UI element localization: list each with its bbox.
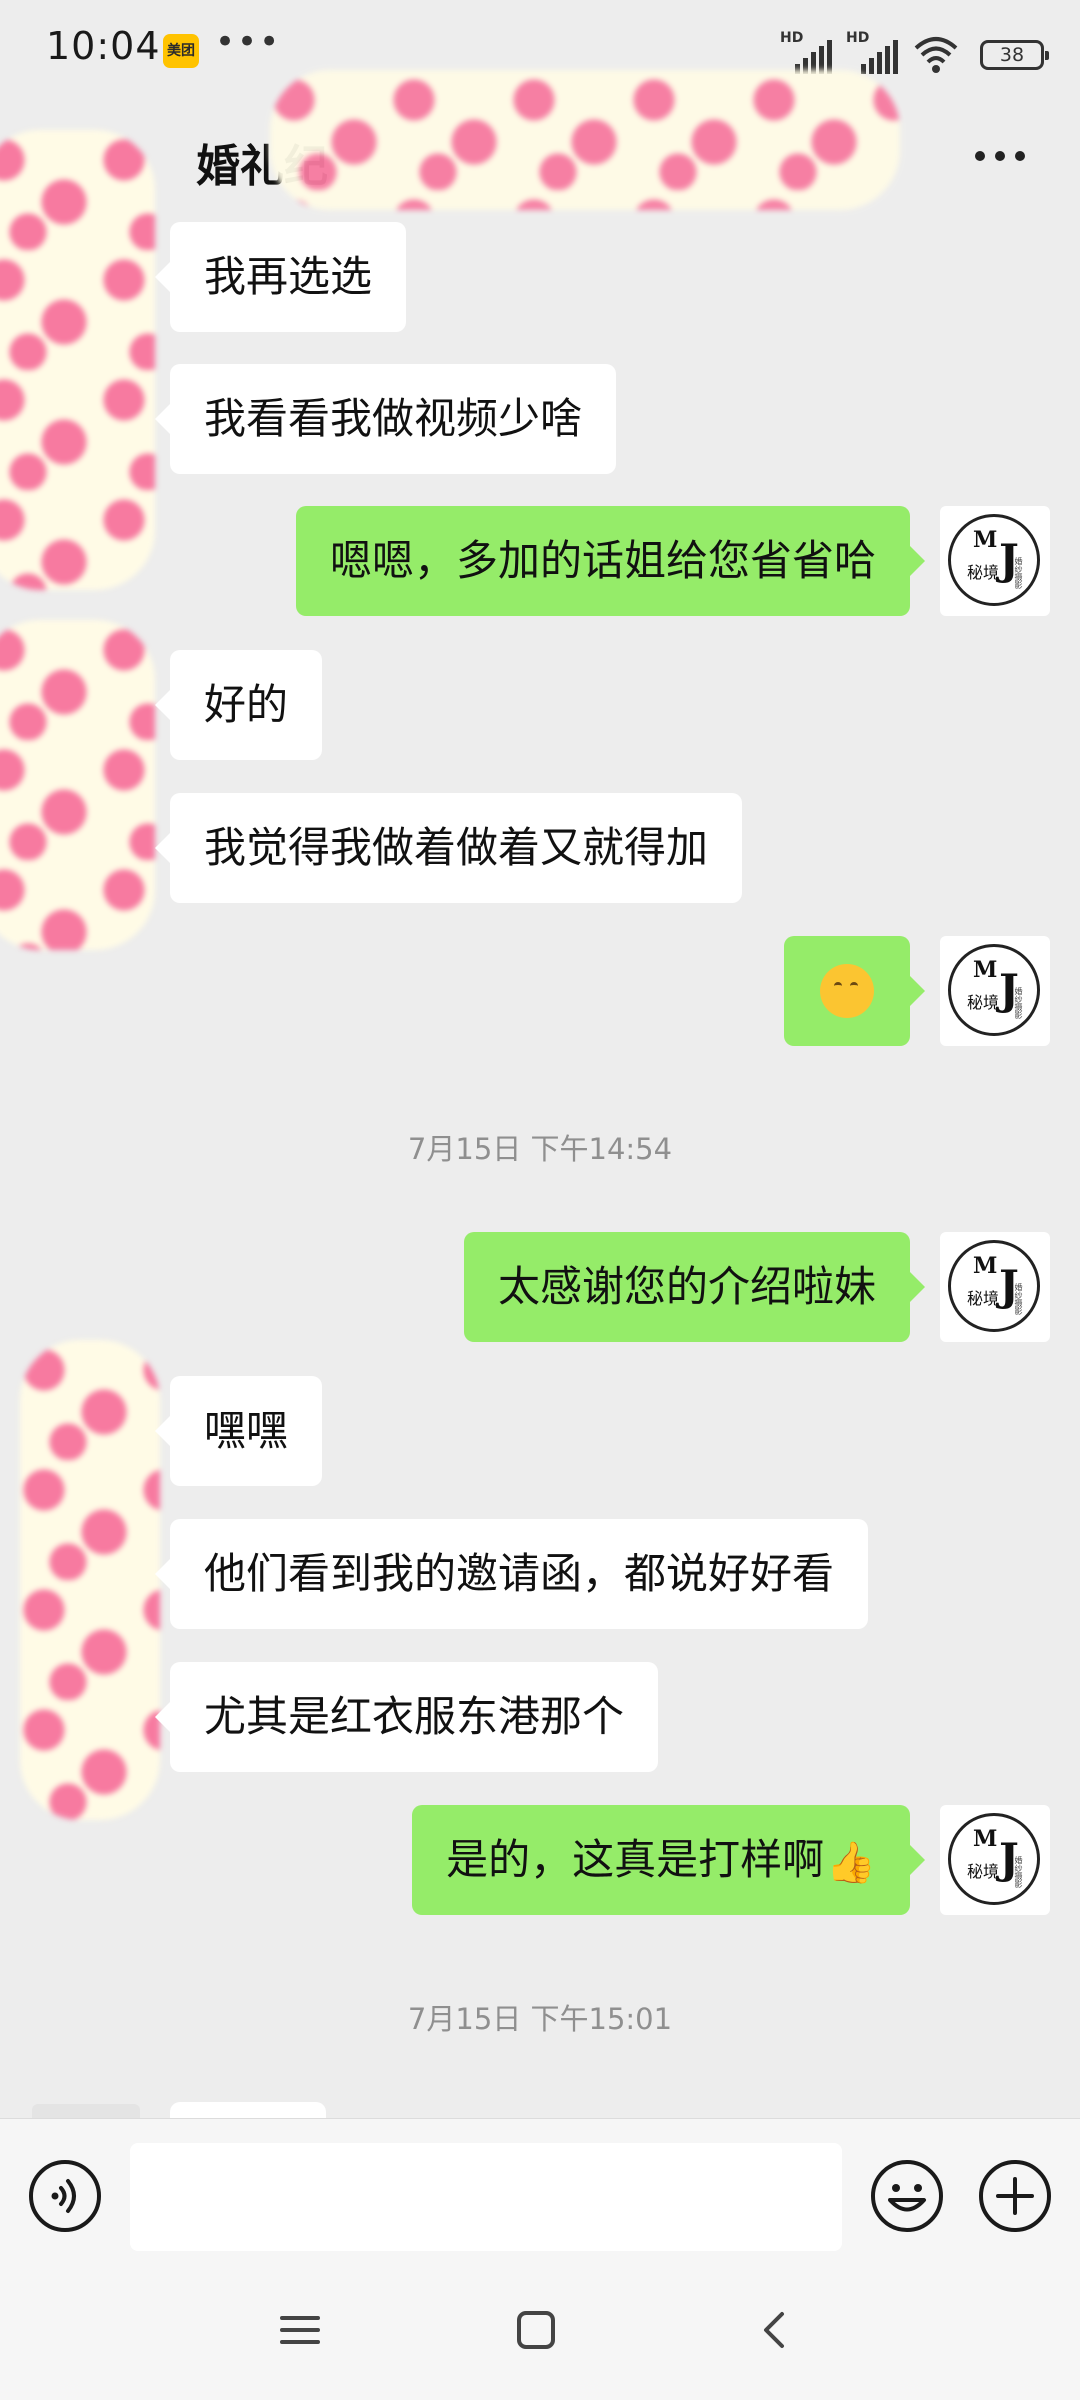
- thumbs-up-emoji-icon: 👍: [826, 1839, 876, 1886]
- message-text: 嗯嗯，多加的话姐给您省省哈: [329, 536, 876, 585]
- sent-message[interactable]: 是的，这真是打样啊👍: [412, 1805, 925, 1915]
- signal-icon: HD: [780, 30, 832, 74]
- message-text: 我觉得我做着做着又就得加: [204, 823, 709, 872]
- message-input[interactable]: [130, 2143, 842, 2251]
- received-message[interactable]: 我再选选: [154, 222, 407, 332]
- privacy-mosaic: [20, 1340, 160, 1820]
- more-icon[interactable]: [972, 136, 1028, 176]
- privacy-mosaic: [270, 70, 900, 210]
- wifi-icon: [914, 37, 958, 73]
- battery-icon: 38: [980, 40, 1049, 70]
- message-text: 我再选选: [204, 252, 373, 301]
- received-message[interactable]: 尤其是红衣服东港那个: [154, 1662, 659, 1772]
- system-nav-bar: [0, 2278, 1080, 2400]
- sent-message[interactable]: 嗯嗯，多加的话姐给您省省哈: [295, 506, 926, 616]
- input-bar: [0, 2118, 1080, 2279]
- message-text: 我看看我做视频少啥: [204, 394, 583, 443]
- partial-avatar: [32, 2104, 140, 2118]
- menu-icon[interactable]: [278, 2308, 322, 2352]
- sent-message[interactable]: 太感谢您的介绍啦妹: [463, 1232, 926, 1342]
- avatar-logo: MJ 秘境 婚纱摄影: [948, 1240, 1040, 1332]
- my-avatar[interactable]: MJ 秘境 婚纱摄影: [940, 1805, 1050, 1915]
- my-avatar[interactable]: MJ 秘境 婚纱摄影: [940, 1232, 1050, 1342]
- emoji-icon[interactable]: [870, 2159, 944, 2233]
- battery-level: 38: [999, 44, 1025, 66]
- nav-back-icon[interactable]: [752, 2308, 796, 2352]
- received-message[interactable]: 我觉得我做着做着又就得加: [154, 793, 743, 903]
- message-text: 尤其是红衣服东港那个: [204, 1692, 625, 1741]
- avatar-logo: MJ 秘境 婚纱摄影: [948, 1813, 1040, 1905]
- message-text: 太感谢您的介绍啦妹: [497, 1262, 876, 1311]
- status-indicators: HD HD 38: [780, 30, 1049, 74]
- status-time: 10:04: [46, 24, 161, 68]
- sent-emoji-message[interactable]: [784, 936, 925, 1046]
- avatar-logo: MJ 秘境 婚纱摄影: [948, 514, 1040, 606]
- plus-icon[interactable]: [978, 2159, 1052, 2233]
- avatar-logo: MJ 秘境 婚纱摄影: [948, 944, 1040, 1036]
- message-text: 好的: [204, 680, 289, 729]
- message-timestamp: 7月15日 下午14:54: [407, 1132, 673, 1166]
- message-text: 嘿嘿: [204, 1406, 289, 1455]
- received-message[interactable]: 他们看到我的邀请函，都说好好看: [154, 1519, 869, 1629]
- received-message[interactable]: 我看看我做视频少啥: [154, 364, 617, 474]
- privacy-mosaic: [0, 130, 155, 590]
- home-icon[interactable]: [514, 2308, 558, 2352]
- my-avatar[interactable]: MJ 秘境 婚纱摄影: [940, 936, 1050, 1046]
- privacy-mosaic: [0, 620, 155, 950]
- message-text: 他们看到我的邀请函，都说好好看: [204, 1549, 835, 1598]
- partial-message: [170, 2102, 326, 2118]
- meituan-notification-icon: 美团: [163, 34, 199, 68]
- signal-icon: HD: [846, 30, 898, 74]
- voice-input-icon[interactable]: [28, 2159, 102, 2233]
- my-avatar[interactable]: MJ 秘境 婚纱摄影: [940, 506, 1050, 616]
- received-message[interactable]: 好的: [154, 650, 323, 760]
- more-notifications-icon: •••: [215, 22, 282, 62]
- message-text: 是的，这真是打样啊: [446, 1835, 825, 1884]
- message-timestamp: 7月15日 下午15:01: [407, 2002, 673, 2036]
- received-message[interactable]: 嘿嘿: [154, 1376, 323, 1486]
- hug-face-emoji-icon: [820, 963, 874, 1018]
